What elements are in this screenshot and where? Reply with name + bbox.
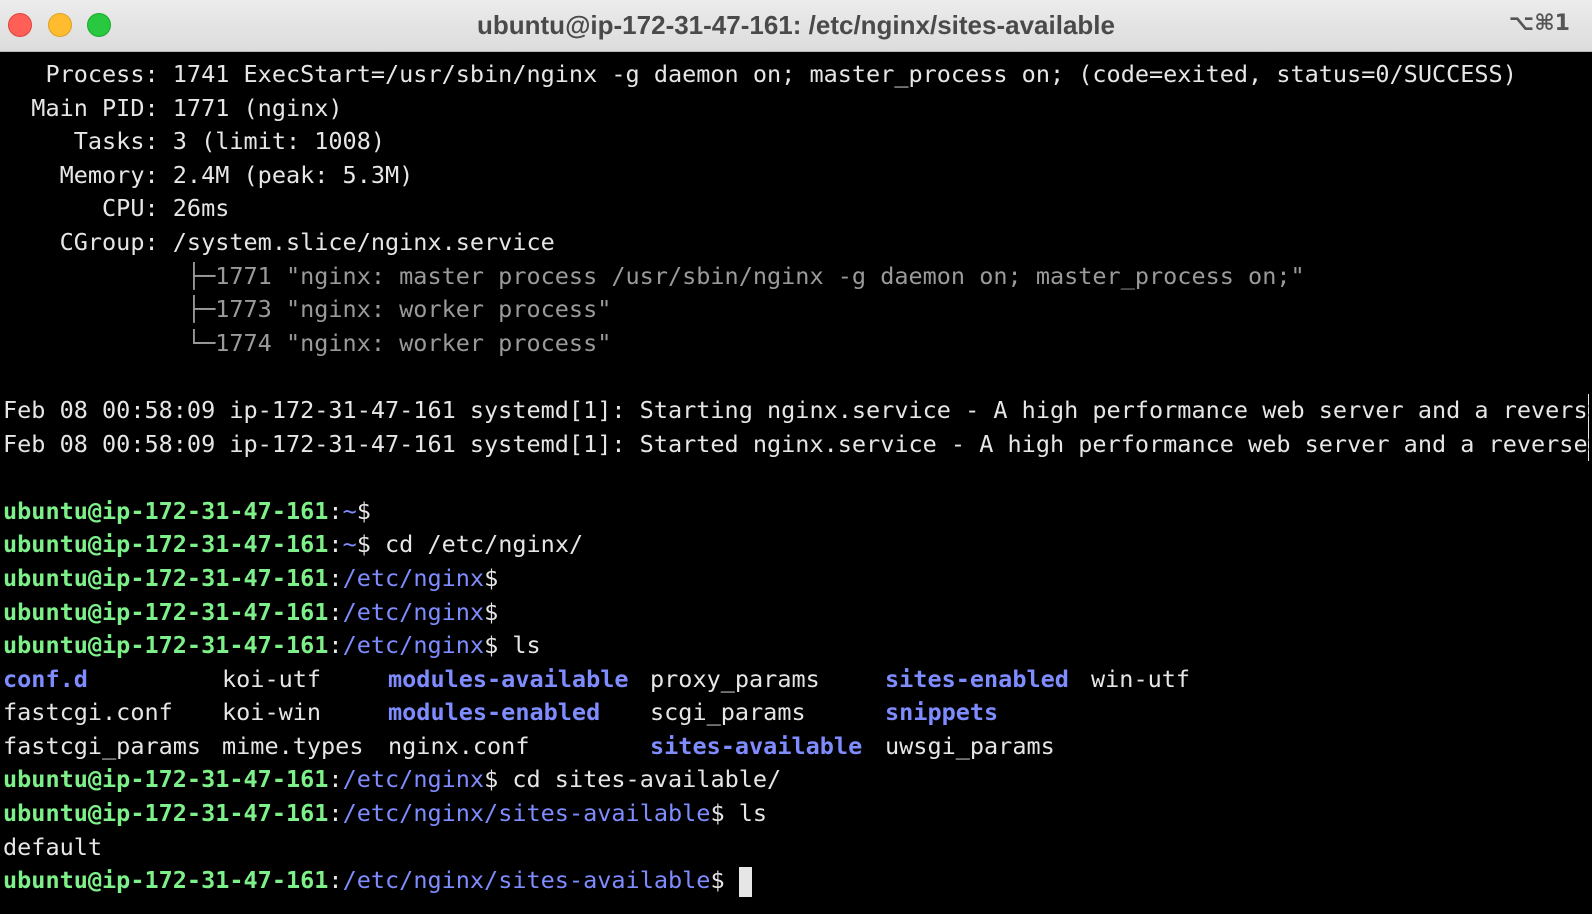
ls-entry-file: koi-utf — [222, 664, 322, 693]
status-memory: Memory: 2.4M (peak: 5.3M) — [3, 160, 414, 189]
prompt-dollar: $ — [484, 765, 499, 794]
ls-entry-file: fastcgi.conf — [3, 698, 173, 727]
command-text: ls — [724, 799, 768, 828]
ls-entry-file: fastcgi_params — [3, 731, 202, 760]
ls-entry-directory: modules-enabled — [388, 698, 601, 727]
prompt-dollar: $ — [710, 799, 725, 828]
prompt-colon: : — [328, 563, 343, 592]
prompt-dollar: $ — [484, 631, 499, 660]
prompt-line: ubuntu@ip-172-31-47-161:/etc/nginx/sites… — [3, 797, 1589, 831]
ls-output-row: default — [3, 831, 1589, 865]
prompt-user-host: ubuntu@ip-172-31-47-161 — [3, 765, 329, 794]
log-text: Feb 08 00:58:09 ip-172-31-47-161 systemd… — [3, 395, 1588, 424]
window-title: ubuntu@ip-172-31-47-161: /etc/nginx/site… — [477, 10, 1115, 40]
truncation-marker: > — [1587, 393, 1589, 428]
prompt-line: ubuntu@ip-172-31-47-161:/etc/nginx$ — [3, 596, 1589, 630]
prompt-dollar: $ — [710, 866, 725, 895]
ls-entry-file: uwsgi_params — [885, 731, 1055, 760]
prompt-path: /etc/nginx/sites-available — [342, 866, 711, 895]
prompt-colon: : — [328, 530, 343, 559]
ls-entry-file: win-utf — [1091, 664, 1191, 693]
prompt-colon: : — [328, 631, 343, 660]
ls-entry-file: default — [3, 832, 103, 861]
prompt-dollar: $ — [356, 496, 371, 525]
status-process: Process: 1741 ExecStart=/usr/sbin/nginx … — [3, 60, 1517, 88]
prompt-line: ubuntu@ip-172-31-47-161:/etc/nginx$ cd s… — [3, 763, 1589, 797]
active-prompt-line[interactable]: ubuntu@ip-172-31-47-161:/etc/nginx/sites… — [3, 864, 1589, 898]
status-main-pid: Main PID: 1771 (nginx) — [3, 93, 343, 122]
prompt-path: /etc/nginx — [342, 631, 485, 660]
ls-entry-directory: sites-enabled — [885, 664, 1069, 693]
prompt-path: ~ — [342, 496, 357, 525]
command-text: cd sites-available/ — [498, 765, 782, 794]
ls-entry-file: proxy_params — [650, 664, 820, 693]
ls-output-row: conf.d koi-utf modules-available proxy_p… — [3, 663, 1589, 697]
cgroup-tree-line: └─1774 "nginx: worker process" — [3, 328, 612, 357]
prompt-user-host: ubuntu@ip-172-31-47-161 — [3, 631, 329, 660]
ls-output-row: fastcgi_params mime.types nginx.conf sit… — [3, 730, 1589, 764]
command-text: cd /etc/nginx/ — [370, 530, 584, 559]
text-cursor[interactable] — [738, 866, 752, 897]
log-line: Feb 08 00:58:09 ip-172-31-47-161 systemd… — [3, 427, 1589, 462]
prompt-line: ubuntu@ip-172-31-47-161:/etc/nginx$ — [3, 562, 1589, 596]
prompt-dollar: $ — [484, 597, 499, 626]
cgroup-tree-line: ├─1771 "nginx: master process /usr/sbin/… — [3, 261, 1305, 290]
status-cpu: CPU: 26ms — [3, 194, 230, 223]
terminal-window: ubuntu@ip-172-31-47-161: /etc/nginx/site… — [0, 0, 1592, 914]
ls-entry-file: scgi_params — [650, 698, 806, 727]
ls-entry-directory: snippets — [885, 698, 999, 727]
prompt-colon: : — [328, 597, 343, 626]
command-text: ls — [498, 631, 541, 660]
prompt-path: ~ — [342, 530, 357, 559]
ls-entry-directory: sites-available — [650, 731, 863, 760]
prompt-line: ubuntu@ip-172-31-47-161:~$ — [3, 495, 1589, 529]
terminal-output[interactable]: Process: 1741 ExecStart=/usr/sbin/nginx … — [3, 58, 1589, 908]
window-shortcut: ⌥⌘1 — [1508, 11, 1570, 36]
prompt-user-host: ubuntu@ip-172-31-47-161 — [3, 597, 329, 626]
prompt-user-host: ubuntu@ip-172-31-47-161 — [3, 496, 329, 525]
prompt-line: ubuntu@ip-172-31-47-161:/etc/nginx$ ls — [3, 629, 1589, 663]
prompt-path: /etc/nginx — [342, 597, 485, 626]
truncation-marker: > — [1587, 427, 1589, 462]
prompt-dollar: $ — [484, 563, 499, 592]
log-line: Feb 08 00:58:09 ip-172-31-47-161 systemd… — [3, 393, 1589, 428]
ls-entry-file: mime.types — [222, 731, 364, 760]
status-tasks: Tasks: 3 (limit: 1008) — [3, 127, 386, 156]
ls-output-row: fastcgi.conf koi-win modules-enabled scg… — [3, 696, 1589, 730]
prompt-path: /etc/nginx/sites-available — [342, 799, 711, 828]
prompt-user-host: ubuntu@ip-172-31-47-161 — [3, 530, 329, 559]
log-text: Feb 08 00:58:09 ip-172-31-47-161 systemd… — [3, 429, 1588, 458]
prompt-line: ubuntu@ip-172-31-47-161:~$ cd /etc/nginx… — [3, 528, 1589, 562]
prompt-path: /etc/nginx — [342, 563, 485, 592]
prompt-colon: : — [328, 866, 343, 895]
cgroup-tree-line: ├─1773 "nginx: worker process" — [3, 295, 612, 324]
prompt-user-host: ubuntu@ip-172-31-47-161 — [3, 799, 329, 828]
prompt-user-host: ubuntu@ip-172-31-47-161 — [3, 563, 329, 592]
ls-entry-file: koi-win — [222, 698, 322, 727]
prompt-colon: : — [328, 799, 343, 828]
ls-entry-directory: conf.d — [3, 664, 88, 693]
prompt-user-host: ubuntu@ip-172-31-47-161 — [3, 866, 329, 895]
prompt-dollar: $ — [356, 530, 371, 559]
status-cgroup: CGroup: /system.slice/nginx.service — [3, 227, 555, 256]
ls-entry-directory: modules-available — [388, 664, 629, 693]
prompt-path: /etc/nginx — [342, 765, 485, 794]
title-bar[interactable]: ubuntu@ip-172-31-47-161: /etc/nginx/site… — [0, 0, 1592, 52]
prompt-colon: : — [328, 765, 343, 794]
ls-entry-file: nginx.conf — [388, 731, 530, 760]
prompt-colon: : — [328, 496, 343, 525]
